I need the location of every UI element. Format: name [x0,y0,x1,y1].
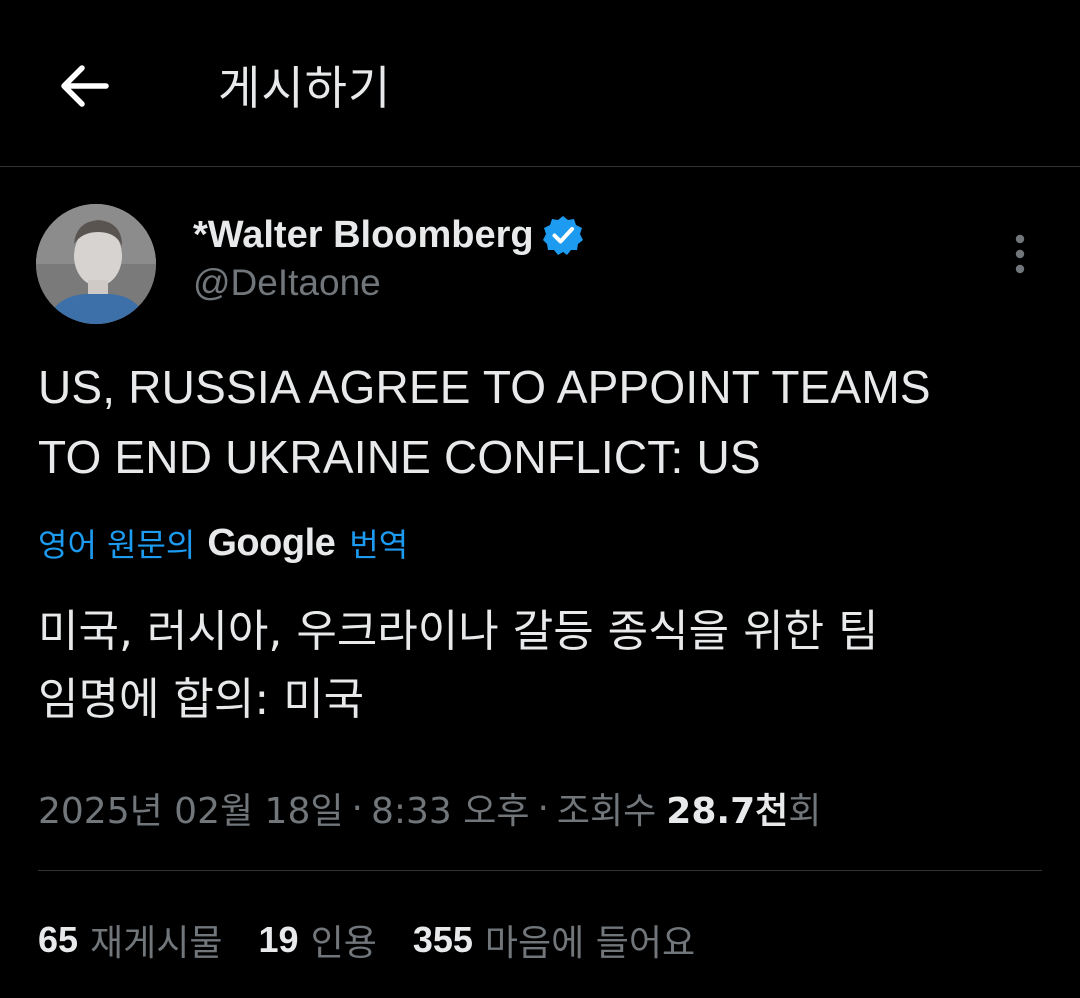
translate-prefix: 영어 원문의 [38,526,196,564]
reposts-label: 재게시물 [90,923,223,964]
page-title: 게시하기 [218,61,392,115]
meta-separator: · [351,787,363,829]
divider [38,870,1042,871]
arrow-left-icon [61,65,109,107]
author-name-row[interactable]: *Walter Bloomberg [193,208,584,262]
top-bar: 게시하기 [0,0,1080,167]
tweet-date[interactable]: 2025년 02월 18일 [38,782,343,834]
more-vertical-icon [1015,234,1025,274]
likes-label: 마음에 들어요 [484,923,696,964]
avatar-photo [36,204,156,324]
tweet-meta: 2025년 02월 18일 · 8:33 오후 · 조회수 28.7천 회 [38,780,821,836]
translate-link[interactable]: 영어 원문의 Google 번역 [38,516,408,570]
likes-count: 355 [412,919,473,960]
quotes-stat[interactable]: 19 인용 [259,914,377,966]
views-label: 조회수 [556,791,657,832]
author-handle[interactable]: @DeItaone [193,262,381,304]
quotes-label: 인용 [310,923,377,964]
translated-text: 미국, 러시아, 우크라이나 갈등 종식을 위한 팀 임명에 합의: 미국 [38,598,1048,734]
reposts-count: 65 [38,919,79,960]
tweet-time[interactable]: 8:33 오후 [371,782,530,834]
author-name[interactable]: *Walter Bloomberg [193,214,534,257]
avatar[interactable] [36,204,156,324]
tweet-line: US, RUSSIA AGREE TO APPOINT TEAMS [38,361,931,413]
verified-badge-icon [542,214,584,256]
tweet-line: TO END UKRAINE CONFLICT: US [38,431,761,483]
engagement-stats: 65 재게시물 19 인용 355 마음에 들어요 [38,912,731,968]
quotes-count: 19 [258,919,299,960]
meta-separator: · [537,787,549,829]
translated-line: 미국, 러시아, 우크라이나 갈등 종식을 위한 팀 [38,606,879,657]
views-count: 28.7천 [666,791,789,832]
tweet-text: US, RUSSIA AGREE TO APPOINT TEAMS TO END… [38,352,1048,492]
reposts-stat[interactable]: 65 재게시물 [38,914,223,966]
translate-suffix: 번역 [349,526,409,564]
views-suffix: 회 [788,791,822,832]
more-options-button[interactable] [1000,226,1040,282]
likes-stat[interactable]: 355 마음에 들어요 [413,914,695,966]
google-logo: Google [207,521,336,564]
translated-line: 임명에 합의: 미국 [38,674,365,725]
back-button[interactable] [54,56,114,116]
